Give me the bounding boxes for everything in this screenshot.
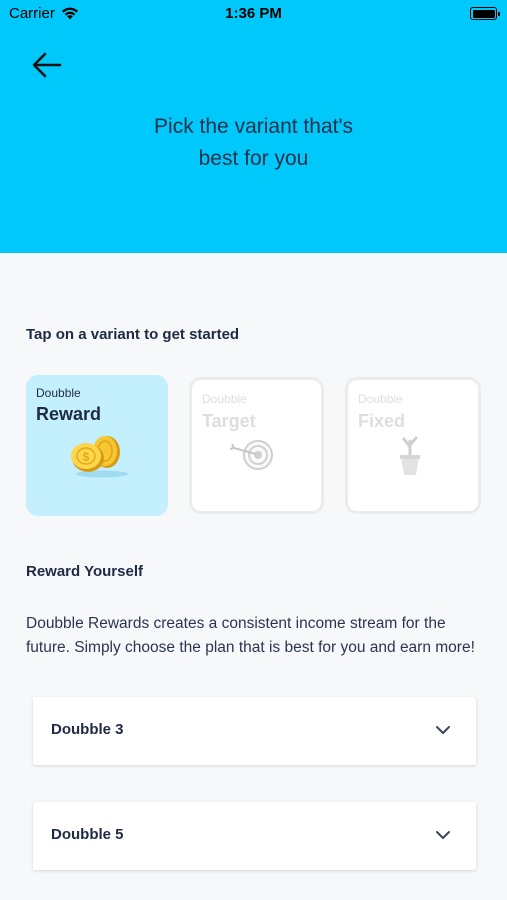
page-title-line-2: best for you: [198, 147, 309, 170]
variant-brand: Doubble: [36, 386, 81, 400]
variant-brand: Doubble: [358, 392, 403, 406]
page-title: Pick the variant that's best for you: [0, 111, 507, 175]
variant-name: Fixed: [358, 411, 406, 431]
status-time: 1:36 PM: [225, 5, 282, 22]
chevron-down-icon: [436, 726, 450, 734]
plan-label: Doubble 3: [51, 721, 124, 738]
reward-description: Doubble Rewards creates a consistent inc…: [26, 615, 475, 656]
header: Carrier 1:36 PM Pick the variant that's …: [0, 0, 507, 253]
target-icon: [230, 440, 273, 470]
plan-label: Doubble 5: [51, 826, 124, 843]
coins-icon: $: [71, 436, 128, 478]
reward-title: Reward Yourself: [26, 563, 143, 580]
back-button[interactable]: [28, 49, 66, 81]
variant-brand: Doubble: [202, 392, 247, 406]
variant-card-target[interactable]: Doubble Target: [189, 377, 324, 514]
chevron-down-icon: [436, 831, 450, 839]
arrow-left-icon: [32, 52, 62, 78]
variants-prompt: Tap on a variant to get started: [26, 326, 240, 343]
variant-card-fixed[interactable]: Doubble Fixed: [345, 377, 481, 514]
variant-name: Reward: [36, 404, 102, 424]
page-title-line-1: Pick the variant that's: [154, 115, 353, 138]
battery-icon: [470, 7, 500, 20]
plan-doubble-5[interactable]: Doubble 5: [33, 802, 476, 870]
svg-text:$: $: [83, 450, 90, 464]
plant-icon: [400, 436, 420, 475]
status-bar: Carrier 1:36 PM: [0, 0, 507, 28]
variant-name: Target: [202, 411, 256, 431]
plan-doubble-3[interactable]: Doubble 3: [33, 697, 476, 765]
variant-card-reward[interactable]: Doubble Reward $: [26, 375, 168, 516]
